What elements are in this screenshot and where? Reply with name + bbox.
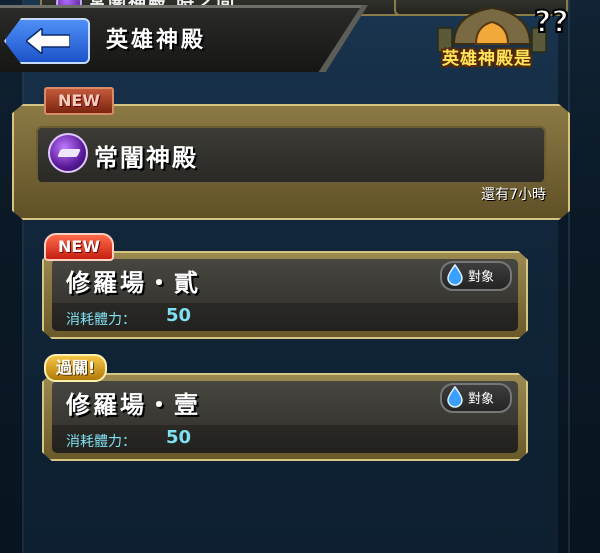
target-element-pill[interactable]: 對象 bbox=[440, 383, 512, 413]
stamina-cost-row: 消耗體力： 50 bbox=[52, 303, 518, 331]
back-arrow-icon bbox=[26, 28, 70, 54]
stage-title: 修羅場・貳 bbox=[66, 269, 201, 297]
stage-title: 修羅場・壹 bbox=[66, 391, 201, 419]
target-element-pill[interactable]: 對象 bbox=[440, 261, 512, 291]
featured-dungeon-title: 常闇神殿 bbox=[94, 144, 198, 172]
stamina-cost-value: 50 bbox=[166, 305, 192, 326]
hero-temple-logo[interactable]: ?? 英雄神殿是 bbox=[414, 0, 594, 74]
question-marks: ?? bbox=[534, 5, 569, 40]
stamina-cost-value: 50 bbox=[166, 427, 192, 448]
time-remaining: 還有7小時 bbox=[481, 187, 546, 203]
dark-element-icon bbox=[48, 133, 88, 173]
stage-card-shura-1[interactable]: 修羅場・壹 對象 消耗體力： 50 bbox=[42, 373, 528, 461]
back-button[interactable] bbox=[4, 18, 90, 64]
cleared-badge: 過關! bbox=[44, 354, 108, 382]
new-badge: NEW bbox=[44, 87, 114, 115]
logo-text: 英雄神殿是 bbox=[442, 49, 532, 69]
target-label: 對象 bbox=[468, 270, 495, 285]
stamina-cost-label: 消耗體力： bbox=[66, 434, 136, 450]
new-badge: NEW bbox=[44, 233, 114, 261]
water-drop-icon bbox=[447, 386, 463, 408]
water-drop-icon bbox=[447, 264, 463, 286]
stage-card-shura-2[interactable]: 修羅場・貳 對象 消耗體力： 50 bbox=[42, 251, 528, 339]
stamina-cost-label: 消耗體力： bbox=[66, 312, 136, 328]
page-title: 英雄神殿 bbox=[106, 28, 207, 53]
target-label: 對象 bbox=[468, 392, 495, 407]
stamina-cost-row: 消耗體力： 50 bbox=[52, 425, 518, 453]
